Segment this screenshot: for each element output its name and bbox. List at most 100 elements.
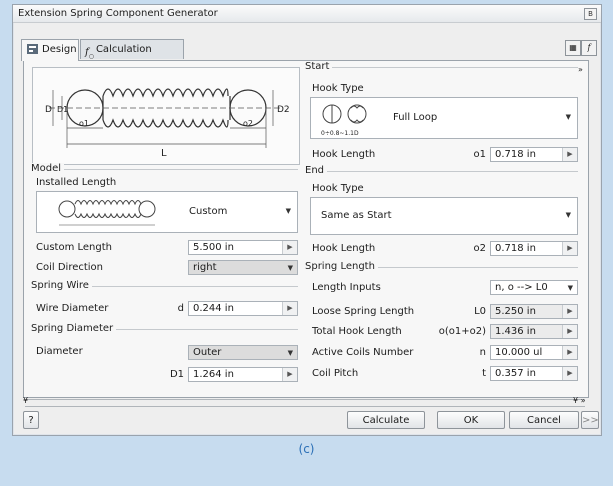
coil-pitch-label: Coil Pitch [312,368,359,379]
start-hook-type-value: Full Loop [393,112,438,123]
spring-length-group-label: Spring Length [305,261,378,272]
model-group: Model [31,163,298,174]
model-group-label: Model [31,163,65,174]
coil-pitch-symbol: t [482,368,486,379]
loose-spring-length-value: 5.250 in [495,306,536,317]
chevron-right-icon[interactable]: ▶ [282,368,297,381]
ok-button[interactable]: OK [437,411,505,429]
start-group: Start [305,61,578,72]
d1-field[interactable]: 1.264 in ▶ [188,367,298,382]
diameter-label: Diameter [36,346,83,357]
window-menu-button[interactable]: B [584,8,597,20]
chevron-down-icon: ▼ [285,207,291,215]
active-coils-value: 10.000 ul [495,347,543,358]
start-hook-type-label: Hook Type [312,83,364,94]
wire-diameter-field[interactable]: 0.244 in ▶ [188,301,298,316]
loose-spring-length-field[interactable]: 5.250 in ▶ [490,304,578,319]
end-hook-length-symbol: o2 [473,243,486,254]
installed-length-label: Installed Length [36,177,117,188]
diagram-d1-label: D1 [57,105,68,114]
end-group-label: End [305,165,328,176]
diagram-o1-label: o1 [79,119,89,128]
chevron-right-icon[interactable]: ▶ [562,367,577,380]
installed-spring-icon [58,200,156,226]
active-coils-field[interactable]: 10.000 ul ▶ [490,345,578,360]
custom-length-value: 5.500 in [193,242,234,253]
custom-length-field[interactable]: 5.500 in ▶ [188,240,298,255]
chevron-down-icon: ▼ [287,264,293,272]
loose-spring-length-symbol: L0 [474,306,486,317]
coil-direction-value: right [193,262,217,273]
tab-calculation-label: Calculation [95,44,152,55]
d1-value: 1.264 in [193,369,234,380]
spring-wire-group: Spring Wire [31,280,298,291]
table-icon-button[interactable]: ▦ [565,40,581,56]
spring-wire-group-label: Spring Wire [31,280,92,291]
panel-splitter[interactable]: ¥ ¥ » [23,396,586,407]
wire-diameter-value: 0.244 in [193,303,234,314]
length-inputs-label: Length Inputs [312,282,381,293]
start-hook-length-label: Hook Length [312,149,376,160]
chevron-right-icon[interactable]: ▶ [562,305,577,318]
wire-diameter-label: Wire Diameter [36,303,109,314]
diagram-d2-label: D2 [277,105,290,115]
window-title: Extension Spring Component Generator [18,8,218,19]
expand-down-icon[interactable]: ¥ [23,396,28,405]
chevron-right-icon[interactable]: ▶ [562,148,577,161]
coil-pitch-field[interactable]: 0.357 in ▶ [490,366,578,381]
chevron-right-icon[interactable]: ▶ [562,242,577,255]
chevron-right-icon[interactable]: ▶ [282,302,297,315]
end-hook-type-value: Same as Start [321,210,392,221]
collapse-right-icon[interactable]: » [578,65,583,74]
total-hook-length-symbol: o(o1+o2) [438,326,486,337]
more-button[interactable]: >> [581,411,599,429]
figure-caption: (c) [298,442,315,456]
cancel-button[interactable]: Cancel [509,411,579,429]
start-hook-length-symbol: o1 [473,149,486,160]
chevron-right-icon[interactable]: ▶ [562,346,577,359]
diameter-value: Outer [193,347,222,358]
chevron-down-icon: ▼ [565,113,571,121]
wire-diameter-symbol: d [177,303,184,314]
diagram-d-label: D [45,105,52,115]
end-hook-length-field[interactable]: 0.718 in ▶ [490,241,578,256]
total-hook-length-field[interactable]: 1.436 in ▶ [490,324,578,339]
tab-calculation[interactable]: f○Calculation [80,39,184,60]
active-coils-symbol: n [479,347,486,358]
start-hook-length-value: 0.718 in [495,149,536,160]
diameter-dropdown[interactable]: Outer ▼ [188,345,298,360]
tab-design-label: Design [42,44,77,55]
d1-symbol: D1 [169,369,184,380]
help-icon: ? [28,415,34,426]
spring-diameter-group-label: Spring Diameter [31,323,117,334]
diagram-l-label: L [161,148,167,159]
title-bar: Extension Spring Component Generator B [13,5,601,23]
spring-diameter-group: Spring Diameter [31,323,298,334]
calculate-button[interactable]: Calculate [347,411,425,429]
end-hook-length-value: 0.718 in [495,243,536,254]
loose-spring-length-label: Loose Spring Length [312,306,415,317]
function-icon-button[interactable]: f [581,40,597,56]
length-inputs-dropdown[interactable]: n, o --> L0 ▼ [490,280,578,295]
end-hook-length-label: Hook Length [312,243,376,254]
end-hook-type-dropdown[interactable]: Same as Start ▼ [310,197,578,235]
total-hook-length-value: 1.436 in [495,326,536,337]
custom-length-label: Custom Length [36,242,112,253]
tab-design[interactable]: Design [21,39,79,61]
coil-direction-dropdown[interactable]: right ▼ [188,260,298,275]
chevron-right-icon[interactable]: ▶ [562,325,577,338]
start-hook-range: 0÷0.8~1.1D [321,130,359,137]
spring-drawing: D D1 D2 o1 o2 L [45,88,290,159]
expand-right-icon[interactable]: ¥ » [573,396,586,405]
help-button[interactable]: ? [23,411,39,429]
installed-length-dropdown[interactable]: Custom ▼ [36,191,298,233]
dialog-window: Extension Spring Component Generator B D… [12,4,602,436]
start-hook-length-field[interactable]: 0.718 in ▶ [490,147,578,162]
start-hook-type-dropdown[interactable]: 0÷0.8~1.1D Full Loop ▼ [310,97,578,139]
total-hook-length-label: Total Hook Length [312,326,402,337]
active-coils-label: Active Coils Number [312,347,414,358]
coil-direction-label: Coil Direction [36,262,104,273]
design-panel: D D1 D2 o1 o2 L Model Installed Length C… [23,60,589,398]
spring-length-group: Spring Length [305,261,578,272]
chevron-right-icon[interactable]: ▶ [282,241,297,254]
